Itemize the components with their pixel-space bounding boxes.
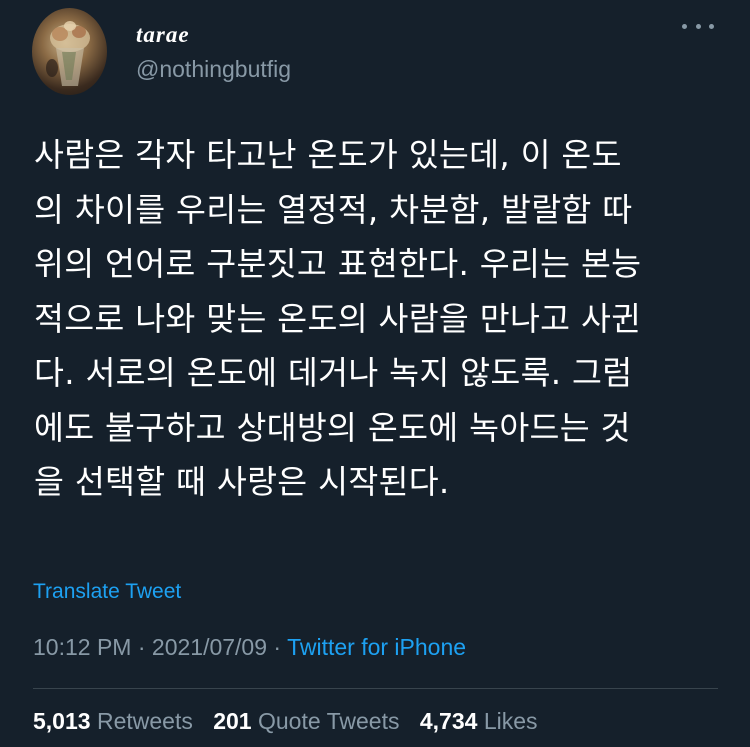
retweets-count: 5,013 [33, 708, 91, 734]
tweet-meta: 10:12 PM · 2021/07/09 · Twitter for iPho… [33, 634, 466, 661]
likes-count: 4,734 [419, 708, 478, 734]
display-name[interactable]: tarae [136, 22, 190, 48]
likes-label: Likes [483, 708, 538, 734]
quote-tweets-stat[interactable]: 201 Quote Tweets [213, 708, 399, 734]
quote-tweets-count: 201 [213, 708, 252, 734]
dot [709, 23, 714, 29]
tweet-date[interactable]: 2021/07/09 [152, 634, 267, 660]
tweet-header: tarae @nothingbutfig [32, 8, 722, 98]
likes-stat[interactable]: 4,734 Likes [420, 708, 538, 734]
dot [695, 23, 701, 29]
meta-separator: · [273, 634, 282, 660]
tweet-text: 사람은 각자 타고난 온도가 있는데, 이 온도 의 차이를 우리는 열정적, … [34, 136, 642, 501]
tweet-time[interactable]: 10:12 PM [33, 634, 131, 660]
retweets-stat[interactable]: 5,013 Retweets [33, 708, 193, 734]
more-horizontal-icon[interactable] [682, 14, 714, 38]
retweets-label: Retweets [96, 708, 193, 734]
user-handle[interactable]: @nothingbutfig [136, 56, 291, 83]
translate-tweet-link[interactable]: Translate Tweet [33, 580, 181, 604]
tweet-stats: 5,013 Retweets 201 Quote Tweets 4,734 Li… [33, 708, 552, 735]
dot [682, 23, 687, 29]
divider [33, 688, 718, 689]
quote-tweets-label: Quote Tweets [257, 708, 400, 734]
avatar-image [46, 21, 90, 86]
avatar[interactable] [32, 8, 107, 95]
tweet-source-link[interactable]: Twitter for iPhone [287, 634, 466, 660]
meta-separator: · [137, 634, 146, 660]
